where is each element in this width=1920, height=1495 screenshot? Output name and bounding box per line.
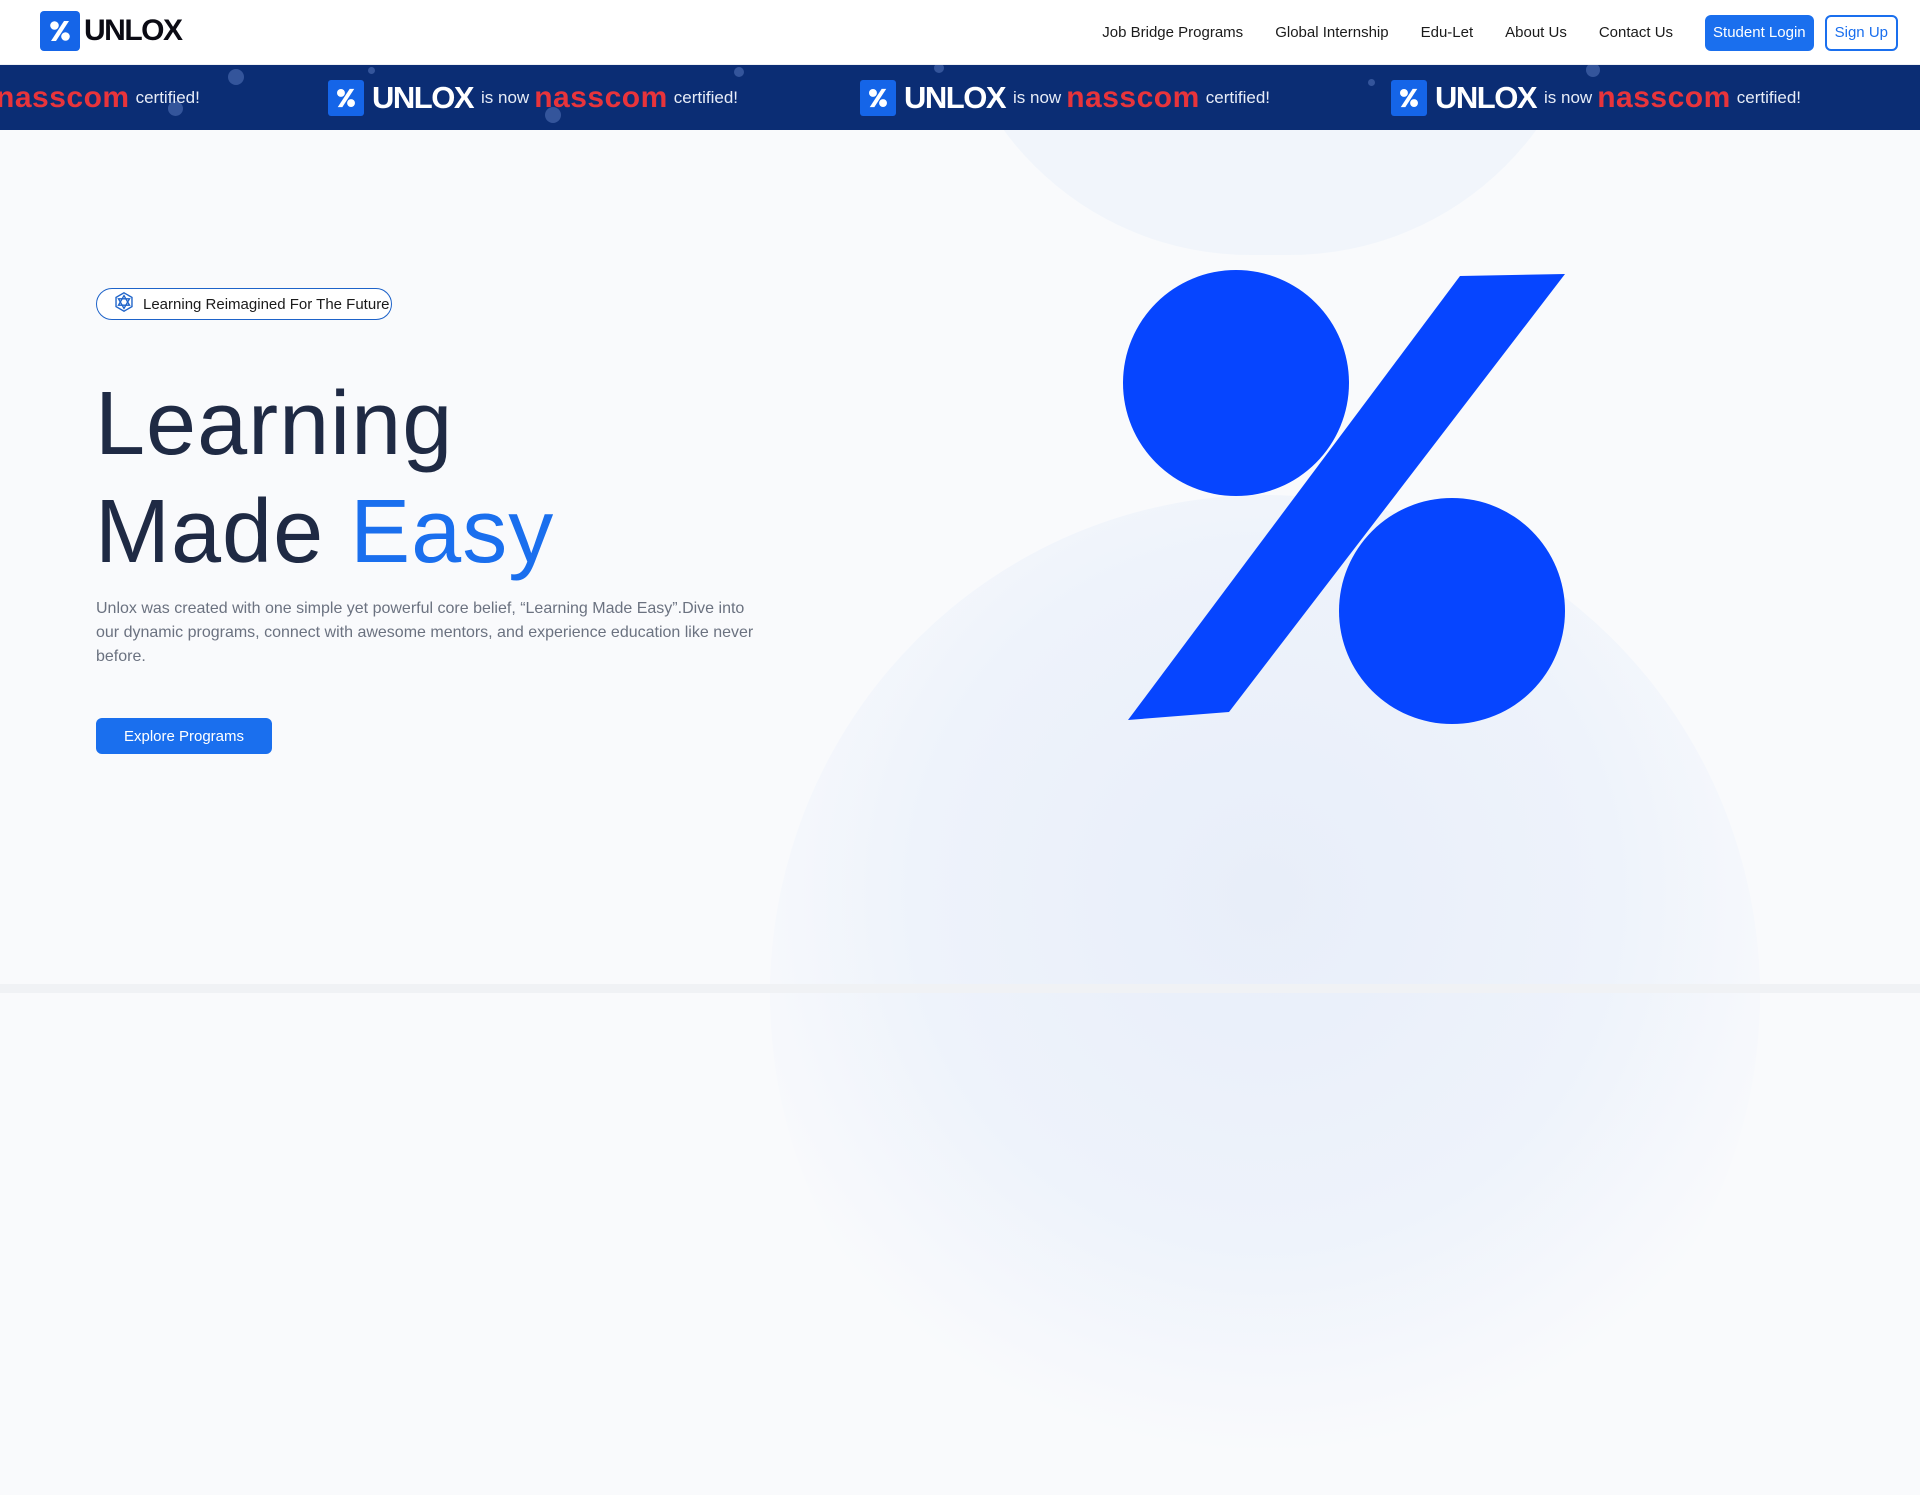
bubble-decoration (1368, 79, 1375, 86)
percent-logo-icon (328, 79, 364, 116)
banner-is-now-text: is now (1013, 87, 1062, 107)
tagline-text: Learning Reimagined For The Future (143, 295, 390, 313)
large-percent-icon (1122, 268, 1574, 733)
nasscom-logo: nasscom (1066, 80, 1200, 114)
percent-logo-icon (860, 79, 896, 116)
site-header: UNLOX Job Bridge Programs Global Interns… (0, 0, 1920, 65)
banner-brand: UNLOX (1435, 79, 1538, 115)
nav-about-us[interactable]: About Us (1505, 24, 1567, 41)
nav-contact-us[interactable]: Contact Us (1599, 24, 1673, 41)
explore-programs-button[interactable]: Explore Programs (96, 718, 272, 754)
banner-is-now-text: is now (1544, 87, 1593, 107)
banner-item: UNLOX is now nasscom certified! (860, 65, 1275, 130)
banner-is-now-text: is now (481, 87, 530, 107)
tagline-pill: Learning Reimagined For The Future (96, 288, 392, 320)
hero-description: Unlox was created with one simple yet po… (96, 600, 754, 665)
nasscom-logo: nasscom (0, 80, 130, 114)
headline-word-made: Made (95, 482, 325, 582)
banner-item: nasscom certified! (0, 65, 205, 130)
brand-name: UNLOX (84, 14, 183, 47)
nav-global-internship[interactable]: Global Internship (1275, 24, 1388, 41)
bubble-decoration (228, 69, 244, 85)
hero-headline: Learning Made Easy (95, 370, 554, 586)
student-login-button[interactable]: Student Login (1705, 14, 1814, 51)
banner-item: UNLOX is now nasscom certified! (328, 65, 743, 130)
nav-edu-let[interactable]: Edu-Let (1421, 24, 1474, 41)
nasscom-logo: nasscom (534, 80, 668, 114)
brand-logo-link[interactable]: UNLOX (40, 11, 183, 51)
sign-up-button[interactable]: Sign Up (1824, 14, 1898, 51)
banner-brand: UNLOX (904, 79, 1007, 115)
banner-item: UNLOX is now nasscom certified! (1391, 65, 1806, 130)
main-nav: Job Bridge Programs Global Internship Ed… (1086, 0, 1920, 65)
certification-banner: nasscom certified! UNLOX is now nasscom … (0, 65, 1920, 130)
percent-logo-icon (40, 11, 80, 51)
headline-line-1: Learning (95, 374, 454, 474)
hexagram-icon (113, 291, 135, 318)
banner-brand: UNLOX (372, 79, 475, 115)
section-divider (0, 984, 1920, 993)
banner-certified-text: certified! (1736, 87, 1802, 107)
banner-certified-text: certified! (135, 87, 200, 107)
nav-job-bridge-programs[interactable]: Job Bridge Programs (1102, 24, 1243, 41)
banner-certified-text: certified! (673, 87, 739, 107)
headline-word-easy: Easy (350, 482, 555, 582)
nasscom-logo: nasscom (1597, 80, 1731, 114)
banner-certified-text: certified! (1205, 87, 1271, 107)
percent-logo-icon (1391, 79, 1427, 116)
